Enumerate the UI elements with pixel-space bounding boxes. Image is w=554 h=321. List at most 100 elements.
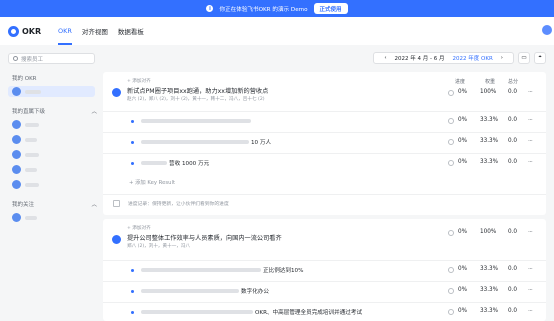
redacted-text — [141, 161, 167, 165]
kr-score: 0.0 — [508, 308, 518, 314]
kr-progress: 0% — [458, 308, 468, 314]
kr-row[interactable]: OKR、中高层管理全员完成培训并通过考试 0% 33.3% 0.0 ··· — [103, 302, 546, 320]
kr-score: 0.0 — [508, 266, 518, 272]
objective-card: + 添加对齐 新试点PM圈子项目xx跑通，助力xx增加新的营收点 赵六 (2)，… — [103, 72, 546, 215]
period-toolbar: ‹ 2022 年 4 月 - 6 月 2022 年度 OKR › ▭ ⌖ — [103, 45, 554, 70]
search-placeholder: 搜索员工 — [21, 56, 44, 63]
avatar — [12, 150, 21, 159]
sidebar-item-report[interactable] — [12, 164, 103, 175]
progress-ring-icon[interactable] — [448, 267, 454, 273]
kr-row[interactable]: 营收 1000 万元 0% 33.3% 0.0 ··· — [103, 153, 546, 171]
app-name: OKR — [22, 26, 42, 36]
redacted-text — [141, 310, 253, 314]
chevron-left-icon[interactable]: ‹ — [384, 55, 386, 61]
sidebar-item-report[interactable] — [12, 119, 103, 130]
kr-progress: 0% — [458, 138, 468, 144]
kr-row[interactable]: 正比例达到10% 0% 33.3% 0.0 ··· — [103, 260, 546, 278]
kr-score: 0.0 — [508, 159, 518, 165]
progress-ring-icon[interactable] — [448, 288, 454, 294]
kr-text: OKR、中高层管理全员完成培训并通过考试 — [255, 310, 363, 316]
more-icon[interactable]: ··· — [528, 287, 533, 294]
progress-ring-icon[interactable] — [448, 90, 454, 96]
kr-score: 0.0 — [508, 138, 518, 144]
chevron-right-icon[interactable]: › — [501, 55, 503, 61]
redacted-name — [25, 89, 41, 94]
objective-card: + 添加对齐 提升公司整体工作效率与人员素质，向国内一流公司看齐 郑八 (2)，… — [103, 219, 546, 321]
sidebar-item-report[interactable] — [12, 179, 103, 190]
avatar — [12, 165, 21, 174]
go-live-button[interactable]: 正式使用 — [313, 3, 348, 14]
objective-progress: 0% — [458, 89, 468, 95]
kr-text: 正比例达到10% — [263, 268, 304, 274]
banner-text: 你正在体验飞书OKR 的演示 Demo — [219, 6, 308, 13]
comment-button[interactable]: ▭ — [518, 51, 530, 64]
progress-ring-icon[interactable] — [448, 160, 454, 166]
tab-okr[interactable]: OKR — [58, 17, 72, 45]
current-cycle[interactable]: 2022 年度 OKR — [453, 54, 493, 62]
redacted-name — [25, 137, 37, 142]
column-progress: 进度 — [455, 79, 466, 85]
objective-weight: 100% — [480, 229, 497, 235]
redacted-text — [141, 289, 239, 293]
objective-owners: 郑八 (2)，刘十，黄十一，冯八 — [127, 244, 191, 249]
progress-ring-icon[interactable] — [448, 309, 454, 315]
redacted-name — [25, 122, 39, 127]
objective-score: 0.0 — [508, 229, 518, 235]
more-icon[interactable]: ··· — [528, 229, 533, 236]
comment-icon: ▭ — [521, 54, 527, 61]
period-selector[interactable]: ‹ 2022 年 4 月 - 6 月 2022 年度 OKR › — [373, 51, 514, 64]
tab-dashboard[interactable]: 数据看板 — [118, 17, 144, 45]
user-avatar[interactable] — [542, 25, 552, 35]
chevron-up-icon[interactable]: ︿ — [91, 200, 97, 208]
progress-record[interactable]: 进度记录：保持更新，让小伙伴们看到你的进度 — [103, 194, 546, 211]
pin-button[interactable]: ⌖ — [534, 51, 546, 64]
column-weight: 权重 — [485, 79, 496, 85]
add-key-result-button[interactable]: + 添加 Key Result — [129, 178, 175, 186]
note-icon — [113, 200, 120, 207]
top-nav: OKR OKR 对齐视图 数据看板 — [0, 17, 554, 45]
progress-ring-icon[interactable] — [448, 118, 454, 124]
sidebar-item-followed[interactable] — [12, 212, 103, 223]
kr-score: 0.0 — [508, 117, 518, 123]
redacted-text — [141, 268, 261, 272]
objective-weight: 100% — [480, 89, 497, 95]
app-logo[interactable]: OKR — [8, 25, 48, 37]
progress-ring-icon[interactable] — [448, 230, 454, 236]
sidebar-item-report[interactable] — [12, 134, 103, 145]
kr-score: 0.0 — [508, 287, 518, 293]
kr-row[interactable]: 10 万人 0% 33.3% 0.0 ··· — [103, 132, 546, 150]
more-icon[interactable]: ··· — [528, 159, 533, 166]
objective-title[interactable]: 提升公司整体工作效率与人员素质，向国内一流公司看齐 — [127, 233, 282, 242]
kr-bullet-icon — [131, 120, 134, 123]
kr-text: 数字化办公 — [241, 289, 269, 295]
section-my-okr: 我的 OKR — [12, 74, 97, 82]
kr-weight: 33.3% — [480, 117, 499, 123]
add-alignment-link[interactable]: + 添加对齐 — [127, 78, 151, 84]
more-icon[interactable]: ··· — [528, 266, 533, 273]
sidebar-item-me[interactable] — [8, 86, 95, 97]
kr-row[interactable]: 数字化办公 0% 33.3% 0.0 ··· — [103, 281, 546, 299]
more-icon[interactable]: ··· — [528, 117, 533, 124]
avatar — [12, 87, 21, 96]
more-icon[interactable]: ··· — [528, 89, 533, 96]
more-icon[interactable]: ··· — [528, 138, 533, 145]
search-input[interactable]: 搜索员工 — [8, 53, 95, 64]
kr-bullet-icon — [131, 269, 134, 272]
section-label: 我的关注 — [12, 202, 35, 208]
objective-title[interactable]: 新试点PM圈子项目xx跑通，助力xx增加新的营收点 — [127, 86, 268, 95]
kr-row[interactable]: 0% 33.3% 0.0 ··· — [103, 111, 546, 129]
kr-progress: 0% — [458, 117, 468, 123]
more-icon[interactable]: ··· — [528, 308, 533, 315]
kr-progress: 0% — [458, 159, 468, 165]
demo-banner: i 你正在体验飞书OKR 的演示 Demo 正式使用 — [0, 0, 554, 17]
add-alignment-link[interactable]: + 添加对齐 — [127, 225, 151, 231]
chevron-up-icon[interactable]: ︿ — [91, 107, 97, 115]
progress-record-hint: 进度记录：保持更新，让小伙伴们看到你的进度 — [128, 202, 229, 207]
column-score: 总分 — [508, 79, 519, 85]
kr-bullet-icon — [131, 311, 134, 314]
sidebar-item-report[interactable] — [12, 149, 103, 160]
kr-weight: 33.3% — [480, 287, 499, 293]
tab-alignment-view[interactable]: 对齐视图 — [82, 17, 108, 45]
kr-progress: 0% — [458, 287, 468, 293]
progress-ring-icon[interactable] — [448, 139, 454, 145]
